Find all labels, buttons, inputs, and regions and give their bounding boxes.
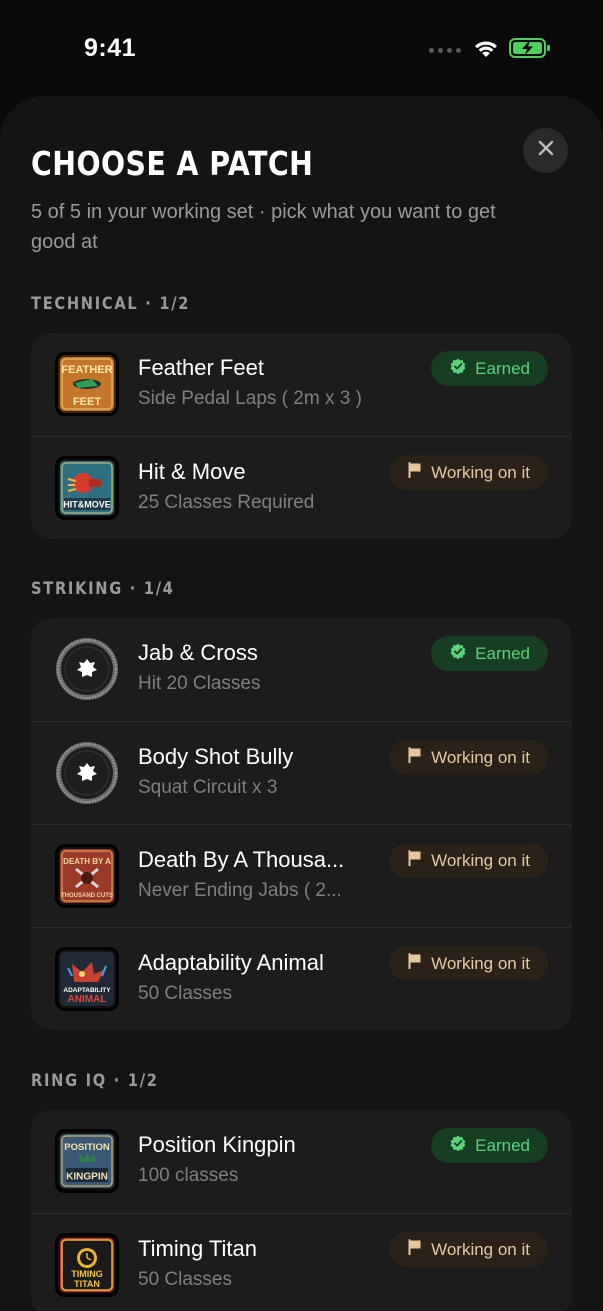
hit-and-move-patch-icon: HIT&MOVE: [55, 456, 119, 520]
status-badge-label: Working on it: [431, 850, 530, 870]
flag-icon: [408, 1239, 422, 1260]
status-badge: Working on it: [389, 455, 548, 490]
patch-text: FEATHER: [61, 364, 112, 376]
wifi-icon: [473, 39, 499, 63]
patch-name: Adaptability Animal: [138, 950, 324, 975]
patch-text: ANIMAL: [68, 994, 107, 1005]
patch-name: Timing Titan: [138, 1236, 258, 1261]
cellular-signal-icon: [429, 48, 461, 53]
list-item[interactable]: Body Shot Bully Squat Circuit x 3 Workin…: [31, 721, 572, 824]
list-item[interactable]: TIMING TITAN Timing Titan 50 Classes Wor…: [31, 1213, 572, 1311]
patch-text: DEATH BY A: [63, 857, 111, 866]
section-header-technical: TECHNICAL · 1/2: [31, 294, 191, 314]
status-badge: Earned: [431, 351, 548, 386]
flag-icon: [408, 747, 422, 768]
choose-patch-sheet: CHOOSE A PATCH 5 of 5 in your working se…: [0, 96, 603, 1311]
status-badge: Earned: [431, 636, 548, 671]
timing-titan-patch-icon: TIMING TITAN: [55, 1233, 119, 1297]
round-placeholder-patch-icon: [55, 741, 119, 805]
flag-icon: [408, 462, 422, 483]
section-card-technical: FEATHER FEET Feather Feet Side Pedal Lap…: [31, 333, 572, 539]
section-card-ring-iq: POSITION KINGPIN Position Kingpin 100 cl…: [31, 1110, 572, 1311]
list-item[interactable]: HIT&MOVE Hit & Move 25 Classes Required …: [31, 436, 572, 539]
patch-text: TITAN: [74, 1279, 100, 1289]
battery-charging-icon: [509, 38, 551, 63]
close-icon: [538, 140, 554, 161]
adaptability-animal-patch-icon: ADAPTABILITY ANIMAL: [55, 947, 119, 1011]
patch-name: Feather Feet: [138, 355, 264, 380]
section-card-striking: Jab & Cross Hit 20 Classes Earned Body S…: [31, 618, 572, 1030]
patch-requirement: Squat Circuit x 3: [138, 777, 278, 798]
status-badge-label: Working on it: [431, 1239, 530, 1259]
list-item[interactable]: ADAPTABILITY ANIMAL Adaptability Animal …: [31, 927, 572, 1030]
patch-requirement: Hit 20 Classes: [138, 673, 261, 694]
status-bar: 9:41: [0, 0, 603, 96]
patch-text: THOUSAND CUTS: [61, 893, 113, 899]
flag-icon: [408, 850, 422, 871]
patch-text: TIMING: [71, 1269, 103, 1279]
flag-icon: [408, 953, 422, 974]
verified-check-icon: [450, 1135, 466, 1156]
patch-name: Position Kingpin: [138, 1132, 296, 1157]
status-badge-label: Earned: [475, 1135, 530, 1155]
status-badge-label: Earned: [475, 358, 530, 378]
feather-feet-patch-icon: FEATHER FEET: [55, 352, 119, 416]
patch-text: HIT&MOVE: [63, 500, 111, 510]
status-badge: Working on it: [389, 1232, 548, 1267]
patch-text: KINGPIN: [66, 1172, 108, 1183]
patch-text: POSITION: [64, 1142, 110, 1153]
status-badge-label: Working on it: [431, 953, 530, 973]
death-by-a-thousand-cuts-patch-icon: DEATH BY A THOUSAND CUTS: [55, 844, 119, 908]
status-icons: [429, 38, 551, 63]
status-time: 9:41: [84, 34, 137, 62]
status-badge: Working on it: [389, 740, 548, 775]
list-item[interactable]: Jab & Cross Hit 20 Classes Earned: [31, 618, 572, 721]
page-title: CHOOSE A PATCH: [31, 144, 314, 183]
section-header-ring-iq: RING IQ · 1/2: [31, 1071, 159, 1091]
status-badge-label: Working on it: [431, 747, 530, 767]
status-badge-label: Working on it: [431, 462, 530, 482]
patch-requirement: Never Ending Jabs ( 2...: [138, 880, 342, 901]
patch-text: ADAPTABILITY: [63, 987, 111, 994]
round-placeholder-patch-icon: [55, 637, 119, 701]
list-item[interactable]: POSITION KINGPIN Position Kingpin 100 cl…: [31, 1110, 572, 1213]
section-header-striking: STRIKING · 1/4: [31, 579, 175, 599]
patch-requirement: 50 Classes: [138, 1269, 232, 1290]
status-badge-label: Earned: [475, 643, 530, 663]
patch-requirement: 50 Classes: [138, 983, 232, 1004]
list-item[interactable]: FEATHER FEET Feather Feet Side Pedal Lap…: [31, 333, 572, 436]
patch-text: FEET: [73, 396, 101, 408]
patch-name: Hit & Move: [138, 459, 246, 484]
patch-requirement: Side Pedal Laps ( 2m x 3 ): [138, 388, 362, 409]
patch-requirement: 25 Classes Required: [138, 492, 315, 513]
patch-requirement: 100 classes: [138, 1165, 239, 1186]
patch-name: Death By A Thousa...: [138, 847, 345, 872]
status-badge: Earned: [431, 1128, 548, 1163]
close-button[interactable]: [523, 128, 568, 173]
patch-name: Body Shot Bully: [138, 744, 294, 769]
patch-name: Jab & Cross: [138, 640, 258, 665]
verified-check-icon: [450, 358, 466, 379]
verified-check-icon: [450, 643, 466, 664]
position-kingpin-patch-icon: POSITION KINGPIN: [55, 1129, 119, 1193]
page-subtitle: 5 of 5 in your working set · pick what y…: [31, 201, 496, 253]
status-badge: Working on it: [389, 843, 548, 878]
status-badge: Working on it: [389, 946, 548, 981]
list-item[interactable]: DEATH BY A THOUSAND CUTS Death By A Thou…: [31, 824, 572, 927]
